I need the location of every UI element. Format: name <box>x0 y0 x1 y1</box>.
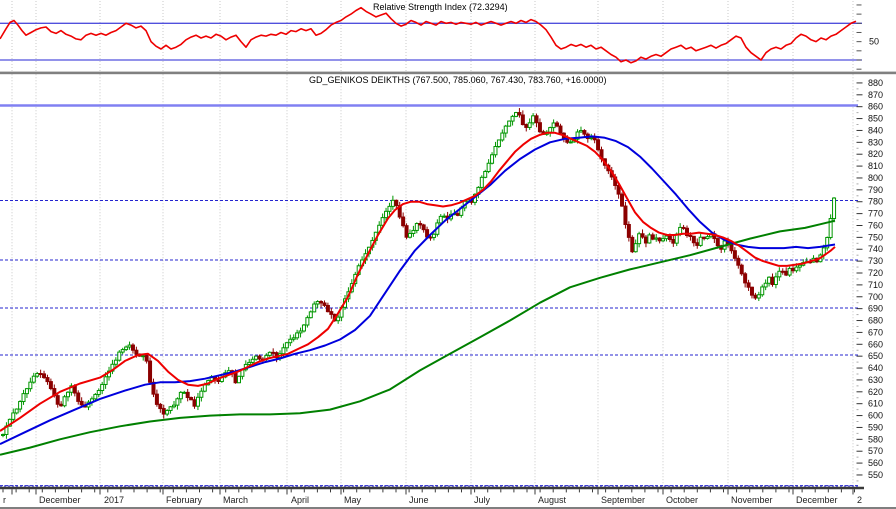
x-axis-label: September <box>601 495 645 505</box>
x-axis-label: r <box>3 495 6 505</box>
svg-text:780: 780 <box>868 197 883 207</box>
svg-text:830: 830 <box>868 137 883 147</box>
svg-text:680: 680 <box>868 316 883 326</box>
svg-text:810: 810 <box>868 161 883 171</box>
svg-text:630: 630 <box>868 375 883 385</box>
x-axis-label: November <box>731 495 773 505</box>
svg-text:620: 620 <box>868 387 883 397</box>
svg-text:820: 820 <box>868 149 883 159</box>
svg-text:750: 750 <box>868 232 883 242</box>
svg-text:580: 580 <box>868 434 883 444</box>
svg-text:570: 570 <box>868 446 883 456</box>
x-axis-label: December <box>796 495 838 505</box>
svg-text:840: 840 <box>868 125 883 135</box>
x-axis-label: December <box>39 495 81 505</box>
svg-text:870: 870 <box>868 90 883 100</box>
svg-text:740: 740 <box>868 244 883 254</box>
svg-text:790: 790 <box>868 185 883 195</box>
svg-text:850: 850 <box>868 114 883 124</box>
svg-text:860: 860 <box>868 102 883 112</box>
x-axis-label: August <box>538 495 567 505</box>
svg-text:560: 560 <box>868 458 883 468</box>
svg-text:640: 640 <box>868 363 883 373</box>
svg-text:770: 770 <box>868 209 883 219</box>
x-axis-label: July <box>474 495 491 505</box>
price-title: GD_GENIKOS DEIKTHS (767.500, 785.060, 76… <box>309 75 607 85</box>
x-axis-label: June <box>409 495 429 505</box>
svg-text:660: 660 <box>868 339 883 349</box>
x-axis-label: May <box>344 495 362 505</box>
x-axis-label: 2017 <box>104 495 124 505</box>
svg-text:550: 550 <box>868 470 883 480</box>
svg-text:650: 650 <box>868 351 883 361</box>
svg-text:690: 690 <box>868 304 883 314</box>
svg-text:610: 610 <box>868 399 883 409</box>
x-axis-label: 2 <box>857 495 862 505</box>
svg-text:760: 760 <box>868 220 883 230</box>
svg-text:880: 880 <box>868 78 883 88</box>
svg-text:600: 600 <box>868 411 883 421</box>
svg-text:710: 710 <box>868 280 883 290</box>
x-axis-label: April <box>291 495 309 505</box>
svg-text:730: 730 <box>868 256 883 266</box>
svg-text:720: 720 <box>868 268 883 278</box>
svg-text:700: 700 <box>868 292 883 302</box>
x-axis-label: March <box>223 495 248 505</box>
svg-text:800: 800 <box>868 173 883 183</box>
chart-window: 50 550 560 570 580 590 600 610 620 630 640 650 660 67… <box>0 0 896 509</box>
svg-text:590: 590 <box>868 422 883 432</box>
rsi-axis-label: 50 <box>869 37 879 47</box>
x-axis-label: February <box>166 495 203 505</box>
svg-text:670: 670 <box>868 327 883 337</box>
panel-separator <box>0 71 896 75</box>
indicator-title: Relative Strength Index (72.3294) <box>373 2 508 12</box>
x-axis-label: October <box>666 495 698 505</box>
